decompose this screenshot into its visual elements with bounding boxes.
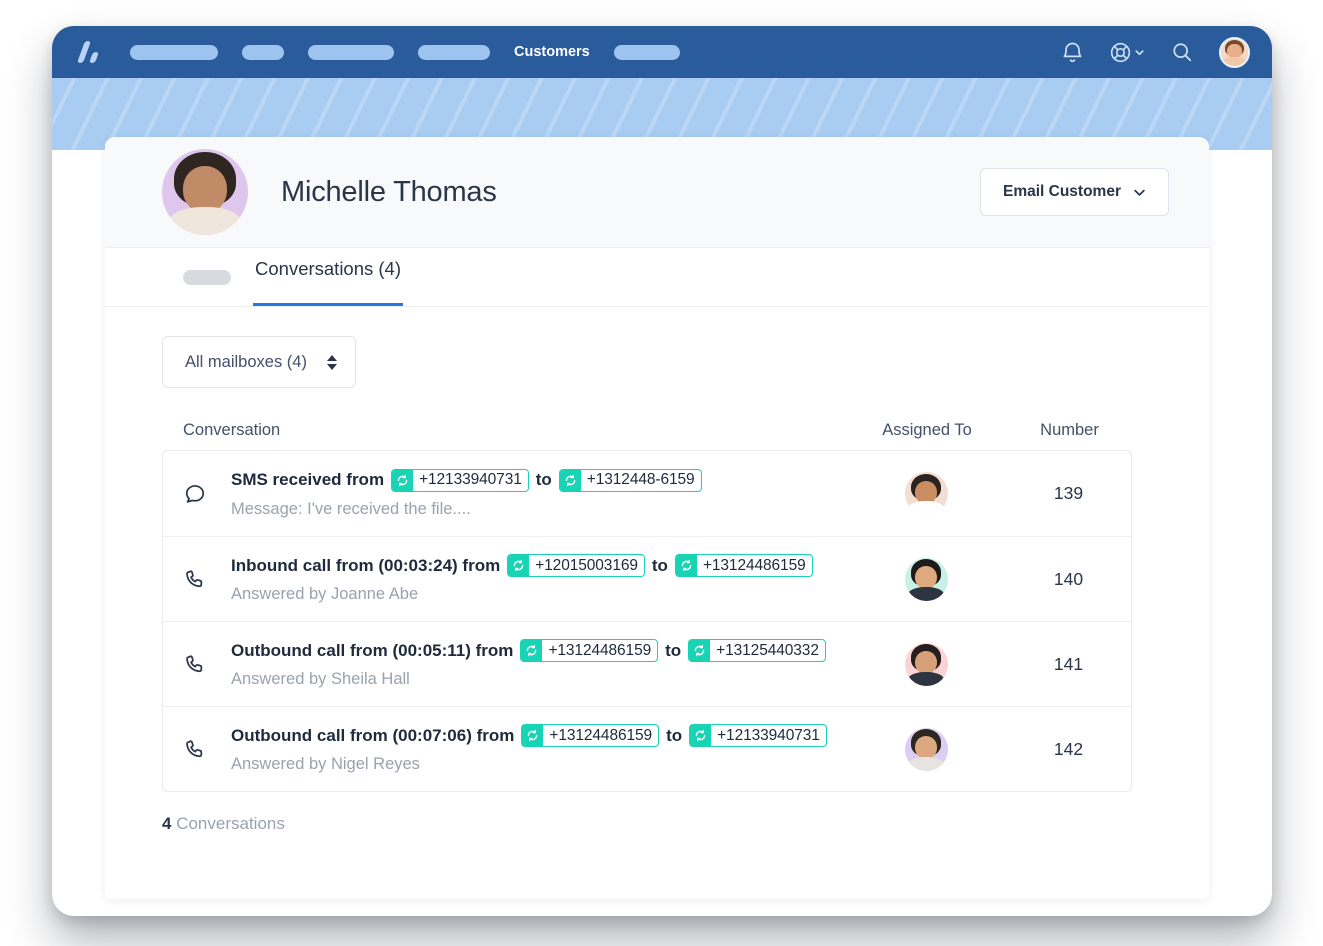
sync-badge-icon: [521, 640, 543, 661]
conversation-subtitle: Message: I've received the file....: [231, 499, 471, 518]
nav-placeholder-item-2[interactable]: [242, 44, 284, 60]
nav-placeholder-item-1[interactable]: [130, 44, 218, 60]
conversation-joiner: to: [651, 555, 668, 575]
assignee-avatar[interactable]: [904, 727, 948, 771]
conversation-joiner: to: [535, 470, 552, 490]
top-navigation-bar: Customers: [52, 26, 1272, 78]
column-header-number: Number: [1040, 420, 1099, 439]
conversation-title: SMS received from +12133940731 to +1312448-…: [231, 468, 836, 492]
chat-bubble-icon: [184, 483, 231, 505]
phone-number-from-tag[interactable]: +12015003169: [507, 554, 645, 577]
assignee-avatar[interactable]: [904, 472, 948, 515]
search-icon[interactable]: [1171, 41, 1193, 63]
phone-number-to-tag[interactable]: +12133940731: [689, 724, 827, 747]
phone-number-from-tag[interactable]: +13124486159: [520, 639, 659, 662]
conversations-table: Conversation Assigned To Number SMS rece…: [162, 410, 1132, 792]
conversation-subtitle: Answered by Nigel Reyes: [231, 755, 420, 773]
assignee-avatar[interactable]: [904, 642, 948, 686]
conversation-number: 141: [1053, 653, 1084, 674]
table-footer: 4 Conversations: [162, 814, 1209, 834]
chevron-down-icon: [1134, 189, 1145, 196]
screenshot-stage: Customers Michelle Thomas Email Customer…: [0, 0, 1323, 946]
footer-count: 4: [162, 814, 172, 833]
assigned-to-cell: [846, 472, 1006, 515]
conversation-joiner: to: [665, 640, 682, 660]
footer-label: Conversations: [176, 814, 285, 833]
assigned-to-cell: [846, 642, 1006, 686]
notifications-bell-icon[interactable]: [1062, 41, 1083, 64]
conversation-title: Outbound call from (00:07:06) from +13124…: [231, 724, 836, 747]
mailbox-filter-select[interactable]: All mailboxes (4): [162, 336, 356, 388]
column-header-assigned-to: Assigned To: [882, 420, 972, 439]
stepper-up-down-icon: [326, 354, 337, 370]
conversation-number: 142: [1053, 738, 1084, 759]
phone-icon: [184, 568, 231, 590]
mailbox-filter-value: All mailboxes (4): [185, 352, 307, 371]
filter-bar: All mailboxes (4): [105, 307, 1209, 388]
conversation-subtitle: Answered by Joanne Abe: [231, 585, 419, 603]
tab-conversations[interactable]: Conversations (4): [253, 248, 404, 306]
conversation-prefix: Outbound call from (00:07:06) from: [231, 725, 515, 745]
conversation-prefix: Outbound call from (00:05:11) from: [231, 640, 514, 660]
chevron-down-icon: [1135, 49, 1144, 55]
assignee-avatar[interactable]: [904, 557, 948, 601]
phone-number-to-tag[interactable]: +13125440332: [688, 639, 826, 662]
email-customer-label: Email Customer: [1002, 183, 1121, 200]
sync-badge-icon: [508, 555, 530, 576]
conversation-joiner: to: [666, 725, 683, 745]
help-lifebuoy-icon[interactable]: [1109, 41, 1145, 64]
table-row[interactable]: Outbound call from (00:07:06) from +13124…: [163, 706, 1131, 791]
phone-icon: [184, 653, 231, 675]
user-avatar[interactable]: [1219, 36, 1250, 68]
conversation-cell: SMS received from +12133940731 to +1312448-…: [231, 468, 846, 519]
conversation-cell: Outbound call from (00:05:11) from +13124…: [231, 639, 846, 689]
phone-number-to-tag[interactable]: +1312448-6159: [558, 468, 702, 492]
conversation-cell: Inbound call from (00:03:24) from +120150…: [231, 554, 846, 604]
sync-badge-icon: [689, 640, 711, 661]
conversation-title: Outbound call from (00:05:11) from +13124…: [231, 639, 836, 662]
sync-badge-icon: [522, 725, 544, 746]
phone-number-from-tag[interactable]: +13124486159: [521, 724, 660, 747]
conversation-number: 139: [1053, 483, 1084, 503]
table-row[interactable]: SMS received from +12133940731 to +1312448-…: [163, 451, 1131, 536]
sync-badge-icon: [675, 555, 697, 576]
nav-placeholder-item-3[interactable]: [308, 44, 394, 60]
conversation-prefix: Inbound call from (00:03:24) from: [231, 555, 501, 575]
phone-icon: [184, 738, 231, 760]
table-row[interactable]: Outbound call from (00:05:11) from +13124…: [163, 621, 1131, 706]
column-header-conversation: Conversation: [183, 420, 281, 439]
assigned-to-cell: [846, 727, 1006, 771]
app-window: Customers Michelle Thomas Email Customer…: [52, 26, 1272, 916]
page-title: Michelle Thomas: [281, 175, 497, 208]
conversation-cell: Outbound call from (00:07:06) from +13124…: [231, 724, 846, 774]
profile-tabs: Conversations (4): [105, 248, 1209, 307]
nav-right-actions: [1062, 36, 1250, 68]
phone-number-from-tag[interactable]: +12133940731: [391, 468, 529, 492]
table-row[interactable]: Inbound call from (00:03:24) from +120150…: [163, 536, 1131, 621]
sync-badge-icon: [559, 469, 581, 491]
helpscout-logo-icon[interactable]: [76, 39, 104, 65]
table-body: SMS received from +12133940731 to +1312448-…: [162, 450, 1132, 792]
nav-placeholder-item-5[interactable]: [613, 44, 680, 60]
tab-placeholder[interactable]: [183, 270, 231, 285]
conversation-number: 140: [1053, 568, 1084, 589]
customer-header: Michelle Thomas Email Customer: [105, 137, 1209, 248]
conversation-prefix: SMS received from: [231, 470, 385, 490]
nav-item-customers[interactable]: Customers: [514, 44, 590, 60]
table-header-row: Conversation Assigned To Number: [162, 410, 1132, 450]
conversation-subtitle: Answered by Sheila Hall: [231, 670, 410, 688]
assigned-to-cell: [846, 557, 1006, 601]
conversation-title: Inbound call from (00:03:24) from +120150…: [231, 554, 836, 577]
tab-conversations-label: Conversations (4): [255, 257, 402, 279]
sync-badge-icon: [392, 469, 414, 491]
sync-badge-icon: [690, 725, 712, 746]
phone-number-to-tag[interactable]: +13124486159: [674, 554, 813, 577]
nav-placeholder-item-4[interactable]: [418, 44, 490, 60]
email-customer-button[interactable]: Email Customer: [979, 168, 1169, 216]
customer-profile-card: Michelle Thomas Email Customer Conversat…: [105, 137, 1209, 899]
customer-avatar: [162, 149, 248, 235]
